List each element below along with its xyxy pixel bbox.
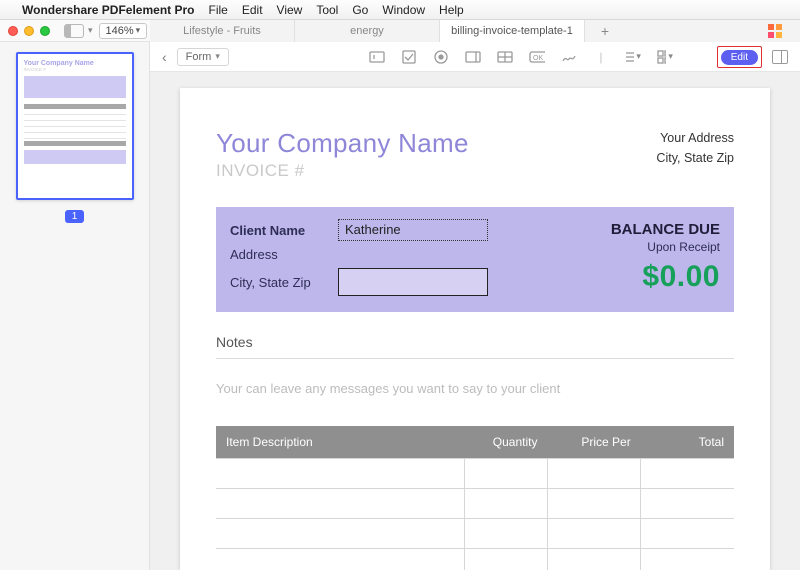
align-dropdown[interactable]: ▾ (625, 50, 641, 64)
form-tool-icons: OK | ▾ ▾ (369, 50, 673, 64)
mac-menubar: Wondershare PDFelement Pro File Edit Vie… (0, 0, 800, 20)
tab-energy[interactable]: energy (295, 20, 440, 42)
edit-button-highlight: Edit (717, 46, 762, 68)
page-number-badge: 1 (65, 210, 85, 223)
address-label: Address (230, 247, 338, 262)
company-address: Your Address City, State Zip (656, 128, 734, 168)
tab-lifestyle[interactable]: Lifestyle - Fruits (150, 20, 295, 42)
list-box-icon[interactable] (497, 50, 513, 64)
chevron-down-icon: ▾ (668, 51, 673, 62)
menu-help[interactable]: Help (439, 3, 464, 17)
notes-heading: Notes (216, 334, 734, 358)
table-row[interactable] (216, 459, 734, 489)
sidebar-toggle-icon[interactable] (64, 24, 84, 38)
document-canvas[interactable]: Your Company Name INVOICE # Your Address… (150, 72, 800, 570)
menu-window[interactable]: Window (382, 3, 425, 17)
balance-due-label: BALANCE DUE (611, 221, 720, 238)
col-price-per: Price Per (548, 426, 641, 459)
city-state-zip-field[interactable] (338, 268, 488, 296)
menu-view[interactable]: View (277, 3, 303, 17)
signature-icon[interactable] (561, 50, 577, 64)
svg-text:OK: OK (533, 55, 543, 62)
invoice-number-label: INVOICE # (216, 161, 469, 181)
notes-placeholder[interactable]: Your can leave any messages you want to … (216, 381, 734, 396)
chevron-down-icon: ▾ (136, 25, 141, 36)
right-panel-toggle-icon[interactable] (772, 50, 788, 64)
menu-file[interactable]: File (209, 3, 228, 17)
zoom-value: 146% (106, 25, 134, 37)
table-row[interactable] (216, 519, 734, 549)
address-line: City, State Zip (656, 148, 734, 168)
chevron-down-icon: ▾ (636, 51, 641, 62)
col-total: Total (641, 426, 734, 459)
client-balance-band: Client Name Katherine BALANCE DUE Upon R… (216, 207, 734, 312)
chevron-down-icon[interactable]: ▾ (88, 25, 93, 36)
more-tools-dropdown[interactable]: ▾ (657, 50, 673, 64)
col-quantity: Quantity (465, 426, 548, 459)
text-field-icon[interactable] (369, 50, 385, 64)
thumbnail-sidebar: Your Company Name INVOICE # 1 (0, 42, 150, 570)
line-items-table: Item Description Quantity Price Per Tota… (216, 426, 734, 570)
city-state-zip-label: City, State Zip (230, 275, 338, 290)
tab-label: billing-invoice-template-1 (451, 25, 573, 37)
tab-strip: Lifestyle - Fruits energy billing-invoic… (150, 20, 800, 42)
combo-box-icon[interactable] (465, 50, 481, 64)
button-field-icon[interactable]: OK (529, 50, 545, 64)
window-controls (8, 26, 50, 36)
menu-tool[interactable]: Tool (316, 3, 338, 17)
close-window-icon[interactable] (8, 26, 18, 36)
tab-billing-invoice[interactable]: billing-invoice-template-1 (440, 20, 585, 42)
balance-amount: $0.00 (642, 260, 720, 294)
divider (216, 358, 734, 359)
tab-label: energy (350, 25, 384, 37)
form-label: Form (186, 51, 212, 63)
back-button[interactable]: ‹ (162, 49, 167, 65)
zoom-window-icon[interactable] (40, 26, 50, 36)
client-name-field[interactable]: Katherine (338, 219, 488, 241)
balance-terms: Upon Receipt (647, 240, 720, 254)
company-name: Your Company Name (216, 128, 469, 159)
address-line: Your Address (656, 128, 734, 148)
edit-button[interactable]: Edit (721, 50, 758, 65)
zoom-dropdown[interactable]: 146% ▾ (99, 23, 148, 39)
pdf-page: Your Company Name INVOICE # Your Address… (180, 88, 770, 570)
document-toolbar: ‹ Form ▾ OK | ▾ ▾ Edit (150, 42, 800, 72)
radio-button-icon[interactable] (433, 50, 449, 64)
col-item-description: Item Description (216, 426, 465, 459)
chevron-down-icon: ▾ (215, 51, 220, 62)
table-row[interactable] (216, 549, 734, 570)
client-name-label: Client Name (230, 223, 338, 238)
divider: | (593, 50, 609, 64)
tab-label: Lifestyle - Fruits (183, 25, 261, 37)
checkbox-icon[interactable] (401, 50, 417, 64)
new-tab-button[interactable]: + (585, 20, 625, 42)
minimize-window-icon[interactable] (24, 26, 34, 36)
app-grid-icon[interactable] (768, 24, 782, 38)
page-thumbnail-1[interactable]: Your Company Name INVOICE # (16, 52, 134, 200)
menu-edit[interactable]: Edit (242, 3, 263, 17)
form-dropdown[interactable]: Form ▾ (177, 48, 229, 66)
app-name[interactable]: Wondershare PDFelement Pro (22, 3, 195, 17)
menu-go[interactable]: Go (352, 3, 368, 17)
table-row[interactable] (216, 489, 734, 519)
